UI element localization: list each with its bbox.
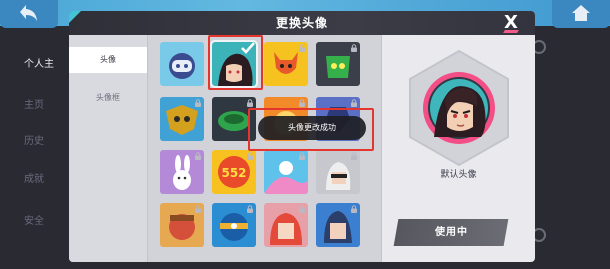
category-sidebar: 头像 头像框	[69, 35, 147, 262]
red-hair-girl-avatar[interactable]	[264, 203, 308, 247]
background-menu-item: 安全	[24, 216, 44, 227]
tab-avatar-frame[interactable]: 头像框	[69, 85, 147, 111]
yellow-creature-avatar[interactable]	[264, 42, 308, 86]
lock-icon	[299, 99, 305, 107]
bunny-avatar[interactable]	[160, 150, 204, 194]
background-menu-item: 主页	[24, 100, 44, 111]
lock-icon	[195, 205, 201, 213]
lock-icon	[195, 152, 201, 160]
background-menu-item: 历史	[24, 136, 44, 147]
lock-icon	[299, 152, 305, 160]
selected-avatar-highlight	[208, 35, 263, 90]
home-button[interactable]	[552, 0, 610, 28]
lock-icon	[247, 99, 253, 107]
svg-text:552: 552	[221, 166, 246, 180]
lock-icon	[351, 205, 357, 213]
green-monster-avatar[interactable]	[316, 42, 360, 86]
dialog-title: 更换头像	[275, 16, 328, 30]
background-menu-item: 成就	[24, 174, 44, 185]
sky-blue-avatar[interactable]	[264, 150, 308, 194]
preview-avatar-name: 默认头像	[440, 170, 477, 180]
back-arrow-icon	[20, 5, 37, 21]
tab-avatar[interactable]: 头像	[69, 47, 147, 73]
in-use-button[interactable]: 使用中	[393, 219, 509, 246]
close-button[interactable]: X	[501, 14, 521, 32]
blue-orb-avatar[interactable]	[212, 203, 256, 247]
preview-avatar-frame	[409, 49, 509, 167]
lock-icon	[299, 44, 305, 52]
lock-icon	[195, 99, 201, 107]
robot-avatar[interactable]	[160, 42, 204, 86]
silver-hair-avatar[interactable]	[316, 150, 360, 194]
552-badge-avatar[interactable]: 552	[212, 150, 256, 194]
blue-hair-boy-avatar[interactable]	[316, 203, 360, 247]
lock-icon	[247, 152, 253, 160]
avatar-art	[160, 42, 204, 86]
background-menu-item: 个人主	[24, 59, 54, 70]
avatar-preview-panel: 默认头像 使用中	[382, 35, 535, 262]
lock-icon	[299, 205, 305, 213]
lock-icon	[351, 99, 357, 107]
toast-highlight	[248, 108, 374, 151]
lock-icon	[351, 152, 357, 160]
in-use-button-label: 使用中	[434, 227, 468, 238]
lock-icon	[247, 205, 253, 213]
red-cap-avatar[interactable]	[160, 203, 204, 247]
back-button[interactable]	[0, 0, 58, 28]
dialog-header: 更换头像 X	[69, 11, 535, 35]
owl-emblem-avatar[interactable]	[160, 97, 204, 141]
home-icon	[572, 5, 590, 21]
lock-icon	[351, 44, 357, 52]
